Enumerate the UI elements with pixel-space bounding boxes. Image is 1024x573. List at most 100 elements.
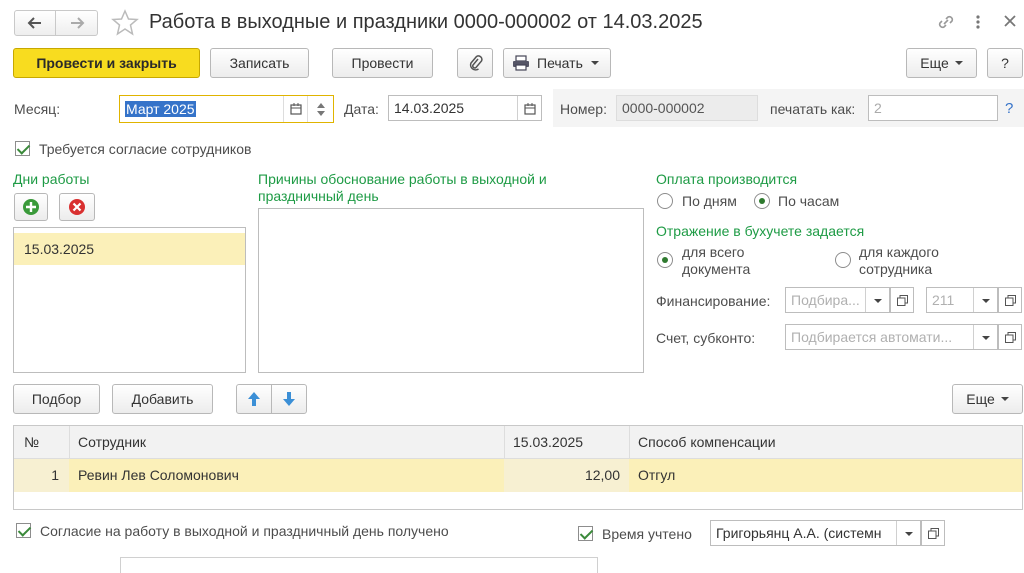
responsible-field[interactable]: Григорьянц А.А. (системн	[710, 520, 921, 546]
attach-button[interactable]	[457, 48, 493, 78]
date-label: Дата:	[344, 101, 379, 117]
time-accounted-checkbox[interactable]	[578, 526, 593, 541]
responsible-open-button[interactable]	[921, 520, 945, 546]
each-employee-label-line1: для каждого	[859, 244, 939, 260]
month-field[interactable]: Март 2025	[119, 95, 334, 123]
responsible-value: Григорьянц А.А. (системн	[716, 525, 882, 541]
add-day-button[interactable]	[14, 193, 48, 221]
header-employee[interactable]: Сотрудник	[78, 434, 146, 450]
date-value: 14.03.2025	[394, 100, 465, 116]
paperclip-icon	[469, 55, 483, 71]
select-button[interactable]: Подбор	[13, 384, 100, 414]
chevron-down-icon[interactable]	[865, 288, 889, 312]
chevron-down-icon	[1000, 397, 1009, 401]
post-and-close-button[interactable]: Провести и закрыть	[13, 48, 200, 78]
account-field[interactable]: Подбирается автомати...	[785, 324, 998, 350]
more-button[interactable]: Еще	[906, 48, 977, 78]
table-more-button[interactable]: Еще	[952, 384, 1023, 414]
work-days-list[interactable]: 15.03.2025	[13, 227, 246, 373]
open-form-icon	[1004, 294, 1016, 306]
comment-field[interactable]	[120, 557, 598, 573]
help-link[interactable]: ?	[1005, 100, 1013, 117]
save-button[interactable]: Записать	[210, 48, 309, 78]
accounting-title: Отражение в бухучете задается	[656, 223, 865, 239]
consent-received-label: Согласие на работу в выходной и празднич…	[40, 523, 449, 539]
back-button[interactable]	[14, 10, 56, 36]
close-icon[interactable]	[1002, 13, 1018, 32]
forward-button[interactable]	[56, 10, 98, 36]
each-employee-label-line2: сотрудника	[859, 261, 933, 277]
header-compensation[interactable]: Способ компенсации	[638, 434, 776, 450]
financing-field[interactable]: Подбира...	[785, 287, 890, 313]
list-item[interactable]: 15.03.2025	[14, 233, 245, 265]
arrow-up-icon	[248, 392, 260, 406]
financing-open-button[interactable]	[890, 287, 914, 313]
arrow-right-icon	[70, 17, 84, 29]
payment-by-days-radio[interactable]	[657, 193, 673, 209]
post-button[interactable]: Провести	[332, 48, 433, 78]
each-employee-radio[interactable]	[835, 252, 851, 268]
plus-circle-icon	[23, 199, 39, 215]
chevron-down-icon	[954, 61, 963, 65]
reasons-textarea[interactable]	[258, 208, 644, 373]
row-hours: 12,00	[584, 467, 620, 483]
whole-document-label-line1: для всего	[682, 244, 745, 260]
row-compensation: Отгул	[638, 467, 676, 483]
account-open-button[interactable]	[998, 324, 1022, 350]
header-num[interactable]: №	[24, 434, 39, 450]
account-placeholder: Подбирается автомати...	[791, 329, 953, 345]
print-label: Печать	[537, 55, 583, 71]
move-down-button[interactable]	[271, 384, 307, 414]
move-up-button[interactable]	[236, 384, 272, 414]
payment-by-hours-label: По часам	[778, 193, 840, 209]
employees-table[interactable]: № Сотрудник 15.03.2025 Способ компенсаци…	[13, 425, 1023, 510]
arrow-down-icon	[283, 392, 295, 406]
chevron-down-icon[interactable]	[896, 521, 920, 545]
page-title: Работа в выходные и праздники 0000-00000…	[149, 11, 703, 33]
more-vertical-icon[interactable]	[973, 12, 983, 35]
arrow-up-small-icon	[316, 102, 325, 108]
month-value: Март 2025	[125, 101, 196, 117]
print-as-field[interactable]: 2	[868, 95, 998, 121]
delete-circle-icon	[69, 199, 85, 215]
chevron-down-icon[interactable]	[973, 325, 997, 349]
reasons-title-line1: Причины обоснование работы в выходной и	[258, 171, 547, 187]
help-button[interactable]: ?	[987, 48, 1023, 78]
arrow-left-icon	[27, 17, 41, 29]
add-button[interactable]: Добавить	[112, 384, 213, 414]
financing-code: 211	[932, 292, 955, 308]
open-form-icon	[896, 294, 908, 306]
favorite-star-icon[interactable]	[110, 8, 140, 38]
payment-by-days-label: По дням	[682, 193, 737, 209]
financing-code-open-button[interactable]	[998, 287, 1022, 313]
payment-title: Оплата производится	[656, 171, 798, 187]
month-label: Месяц:	[14, 101, 61, 117]
time-accounted-label: Время учтено	[602, 526, 692, 542]
chevron-down-icon	[590, 61, 599, 65]
header-date[interactable]: 15.03.2025	[513, 434, 583, 450]
financing-code-field[interactable]: 211	[926, 287, 998, 313]
whole-document-label-line2: документа	[682, 261, 751, 277]
consent-received-checkbox[interactable]	[16, 523, 31, 538]
printer-icon	[513, 55, 529, 71]
row-num: 1	[51, 467, 59, 483]
calendar-icon[interactable]	[283, 96, 307, 122]
table-more-label: Еще	[966, 391, 995, 407]
month-spinner[interactable]	[307, 96, 333, 122]
print-button[interactable]: Печать	[503, 48, 611, 78]
more-label: Еще	[920, 55, 949, 71]
calendar-icon[interactable]	[517, 96, 541, 120]
chevron-down-icon[interactable]	[973, 288, 997, 312]
open-form-icon	[927, 527, 939, 539]
consent-required-checkbox[interactable]	[15, 141, 30, 156]
payment-by-hours-radio[interactable]	[754, 193, 770, 209]
date-field[interactable]: 14.03.2025	[388, 95, 542, 121]
delete-day-button[interactable]	[59, 193, 95, 221]
row-employee: Ревин Лев Соломонович	[78, 467, 239, 483]
print-as-label: печатать как:	[770, 101, 856, 117]
whole-document-radio[interactable]	[657, 252, 673, 268]
reasons-title-line2: праздничный день	[258, 188, 379, 204]
link-icon[interactable]	[936, 12, 956, 35]
number-field: 0000-000002	[616, 95, 758, 121]
financing-label: Финансирование:	[656, 293, 771, 309]
